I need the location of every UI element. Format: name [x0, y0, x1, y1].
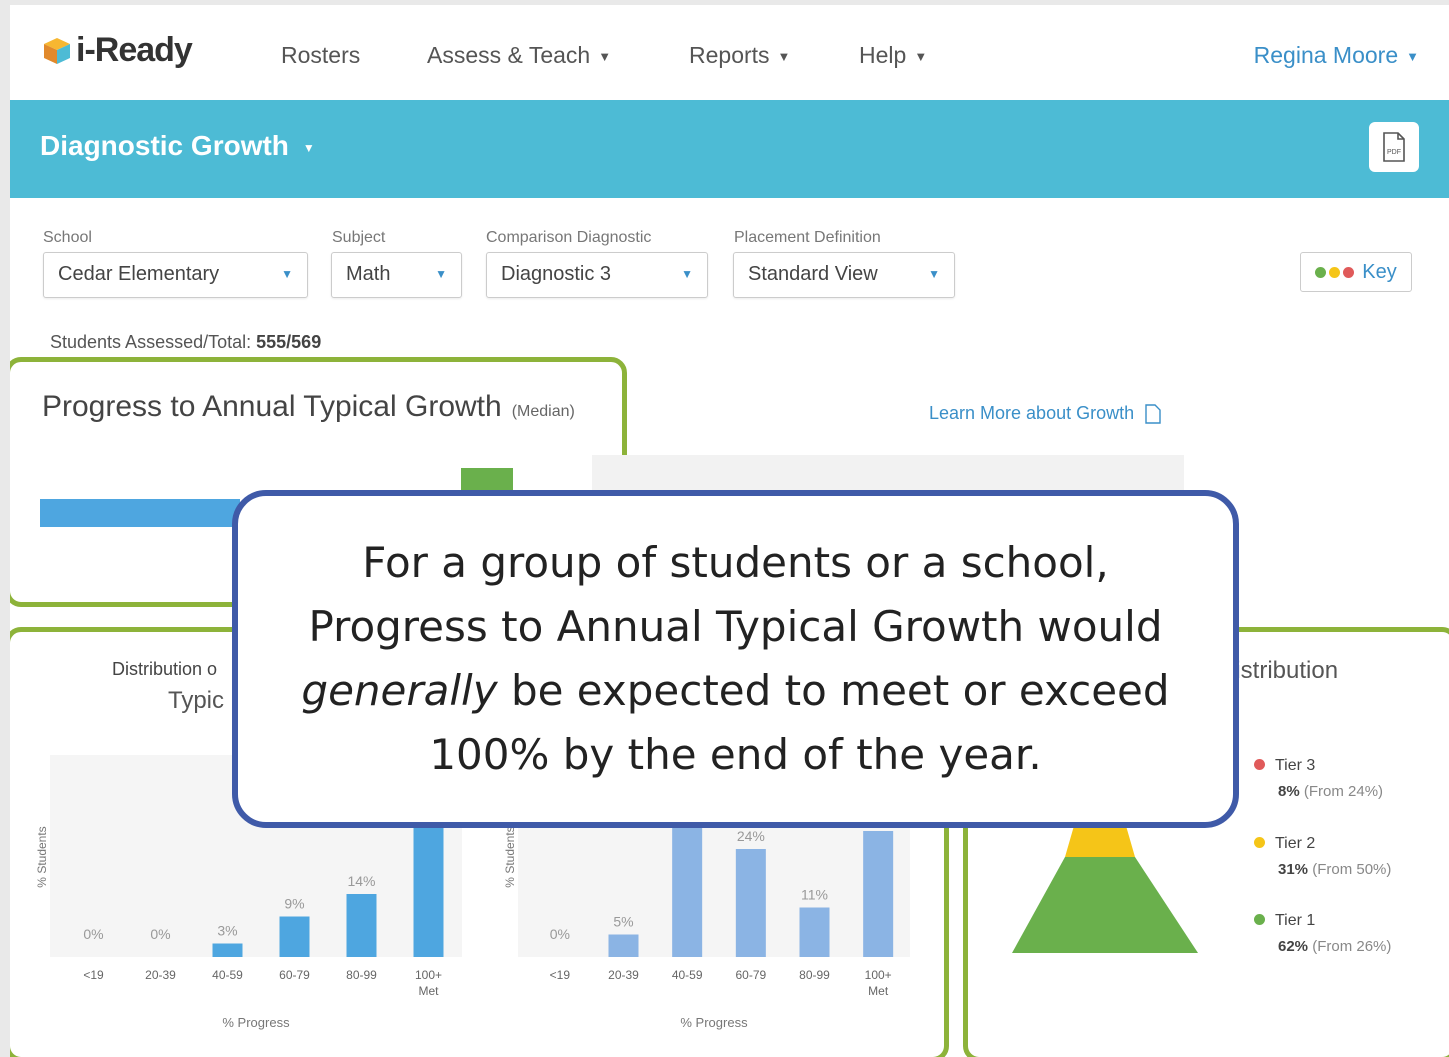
subject-select[interactable]: Math ▼ — [331, 252, 462, 298]
bar-value-label: 24% — [737, 828, 765, 844]
legend-tier3: Tier 3 8% (From 24%) — [1254, 757, 1383, 800]
x-tick-label: <19 — [83, 968, 104, 982]
chart-bar — [608, 934, 639, 957]
tier2-dot-icon — [1254, 837, 1265, 848]
x-tick-label: Met — [418, 984, 439, 998]
y-axis-label: % Students — [35, 826, 49, 887]
chevron-down-icon: ▼ — [435, 267, 447, 281]
x-axis-label: % Progress — [222, 1015, 290, 1030]
chart-bar — [346, 894, 377, 957]
svg-text:PDF: PDF — [1387, 149, 1401, 156]
bar-value-label: 3% — [217, 923, 237, 939]
chevron-down-icon: ▼ — [777, 49, 791, 65]
school-label: School — [43, 229, 92, 246]
red-dot-icon — [1343, 266, 1355, 278]
chevron-down-icon: ▼ — [598, 49, 612, 65]
chart-bar — [212, 943, 243, 957]
report-title-dropdown[interactable]: Diagnostic Growth ▼ — [40, 130, 315, 162]
chart-bar — [735, 849, 766, 957]
x-tick-label: Met — [868, 984, 889, 998]
placement-definition-label: Placement Definition — [734, 229, 881, 246]
x-tick-label: <19 — [550, 968, 571, 982]
logo-text: i-Ready — [76, 31, 193, 69]
bar-value-label: 11% — [801, 887, 828, 903]
nav-reports[interactable]: Reports ▼ — [689, 42, 790, 69]
logo-cube-icon — [44, 37, 70, 64]
pyramid-tier1 — [1012, 857, 1198, 953]
tier3-dot-icon — [1254, 759, 1265, 770]
top-navigation: i-Ready Rosters Assess & Teach ▼ Reports ▼… — [10, 5, 1449, 100]
progress-bar — [40, 499, 240, 527]
legend-tier1: Tier 1 62% (From 26%) — [1254, 912, 1391, 955]
pdf-export-button[interactable]: PDF — [1369, 122, 1419, 172]
x-tick-label: 60-79 — [735, 968, 766, 982]
yellow-dot-icon — [1329, 266, 1341, 278]
x-tick-label: 60-79 — [279, 968, 310, 982]
nav-assess-teach[interactable]: Assess & Teach ▼ — [427, 42, 611, 69]
bar-value-label: 9% — [284, 896, 304, 912]
chart-bar — [863, 831, 894, 957]
callout-text: For a group of students or a school, Pro… — [301, 538, 1170, 779]
app-window: i-Ready Rosters Assess & Teach ▼ Reports ▼… — [10, 5, 1449, 1057]
user-menu[interactable]: Regina Moore ▼ — [1254, 42, 1419, 69]
x-axis-label: % Progress — [680, 1015, 748, 1030]
x-tick-label: 80-99 — [346, 968, 377, 982]
distribution-title-line1: Distribution o — [112, 659, 218, 679]
chevron-down-icon: ▼ — [928, 267, 940, 281]
bar-value-label: 5% — [613, 914, 633, 930]
chevron-down-icon: ▼ — [1406, 49, 1419, 65]
subject-label: Subject — [332, 229, 386, 246]
x-tick-label: 100+ — [415, 968, 442, 982]
chevron-down-icon: ▼ — [302, 140, 315, 155]
nav-help[interactable]: Help ▼ — [859, 42, 927, 69]
school-select[interactable]: Cedar Elementary ▼ — [43, 252, 308, 298]
pdf-icon: PDF — [1383, 132, 1405, 162]
bar-value-label: 0% — [83, 926, 103, 942]
key-button[interactable]: Key — [1300, 252, 1412, 292]
chevron-down-icon: ▼ — [281, 267, 293, 281]
report-title-bar: Diagnostic Growth ▼ PDF — [10, 100, 1449, 198]
chevron-down-icon: ▼ — [914, 49, 928, 65]
chart-bar — [799, 907, 830, 957]
legend-tier2: Tier 2 31% (From 50%) — [1254, 835, 1391, 878]
callout-box: For a group of students or a school, Pro… — [232, 490, 1239, 828]
pdf-icon — [1145, 404, 1161, 424]
x-tick-label: 20-39 — [145, 968, 176, 982]
y-axis-label: % Students — [503, 826, 517, 887]
progress-title: Progress to Annual Typical Growth (Median… — [42, 390, 575, 423]
learn-more-link[interactable]: Learn More about Growth — [929, 403, 1161, 424]
green-dot-icon — [1315, 266, 1327, 278]
chart-bar — [279, 916, 310, 957]
students-assessed: Students Assessed/Total: 555/569 — [50, 332, 322, 352]
bar-value-label: 0% — [550, 926, 570, 942]
x-tick-label: 80-99 — [799, 968, 830, 982]
iready-logo[interactable]: i-Ready — [42, 31, 193, 70]
placement-definition-select[interactable]: Standard View ▼ — [733, 252, 955, 298]
x-tick-label: 100+ — [865, 968, 892, 982]
bar-value-label: 14% — [347, 873, 375, 889]
x-tick-label: 20-39 — [608, 968, 639, 982]
comparison-diagnostic-label: Comparison Diagnostic — [486, 229, 652, 246]
bar-value-label: 0% — [150, 926, 170, 942]
x-tick-label: 40-59 — [212, 968, 243, 982]
distribution-title-line2: Typic — [168, 687, 225, 714]
nav-rosters[interactable]: Rosters — [281, 42, 360, 69]
comparison-diagnostic-select[interactable]: Diagnostic 3 ▼ — [486, 252, 708, 298]
chevron-down-icon: ▼ — [681, 267, 693, 281]
x-tick-label: 40-59 — [672, 968, 703, 982]
chart-bar — [672, 813, 703, 957]
tier1-dot-icon — [1254, 914, 1265, 925]
